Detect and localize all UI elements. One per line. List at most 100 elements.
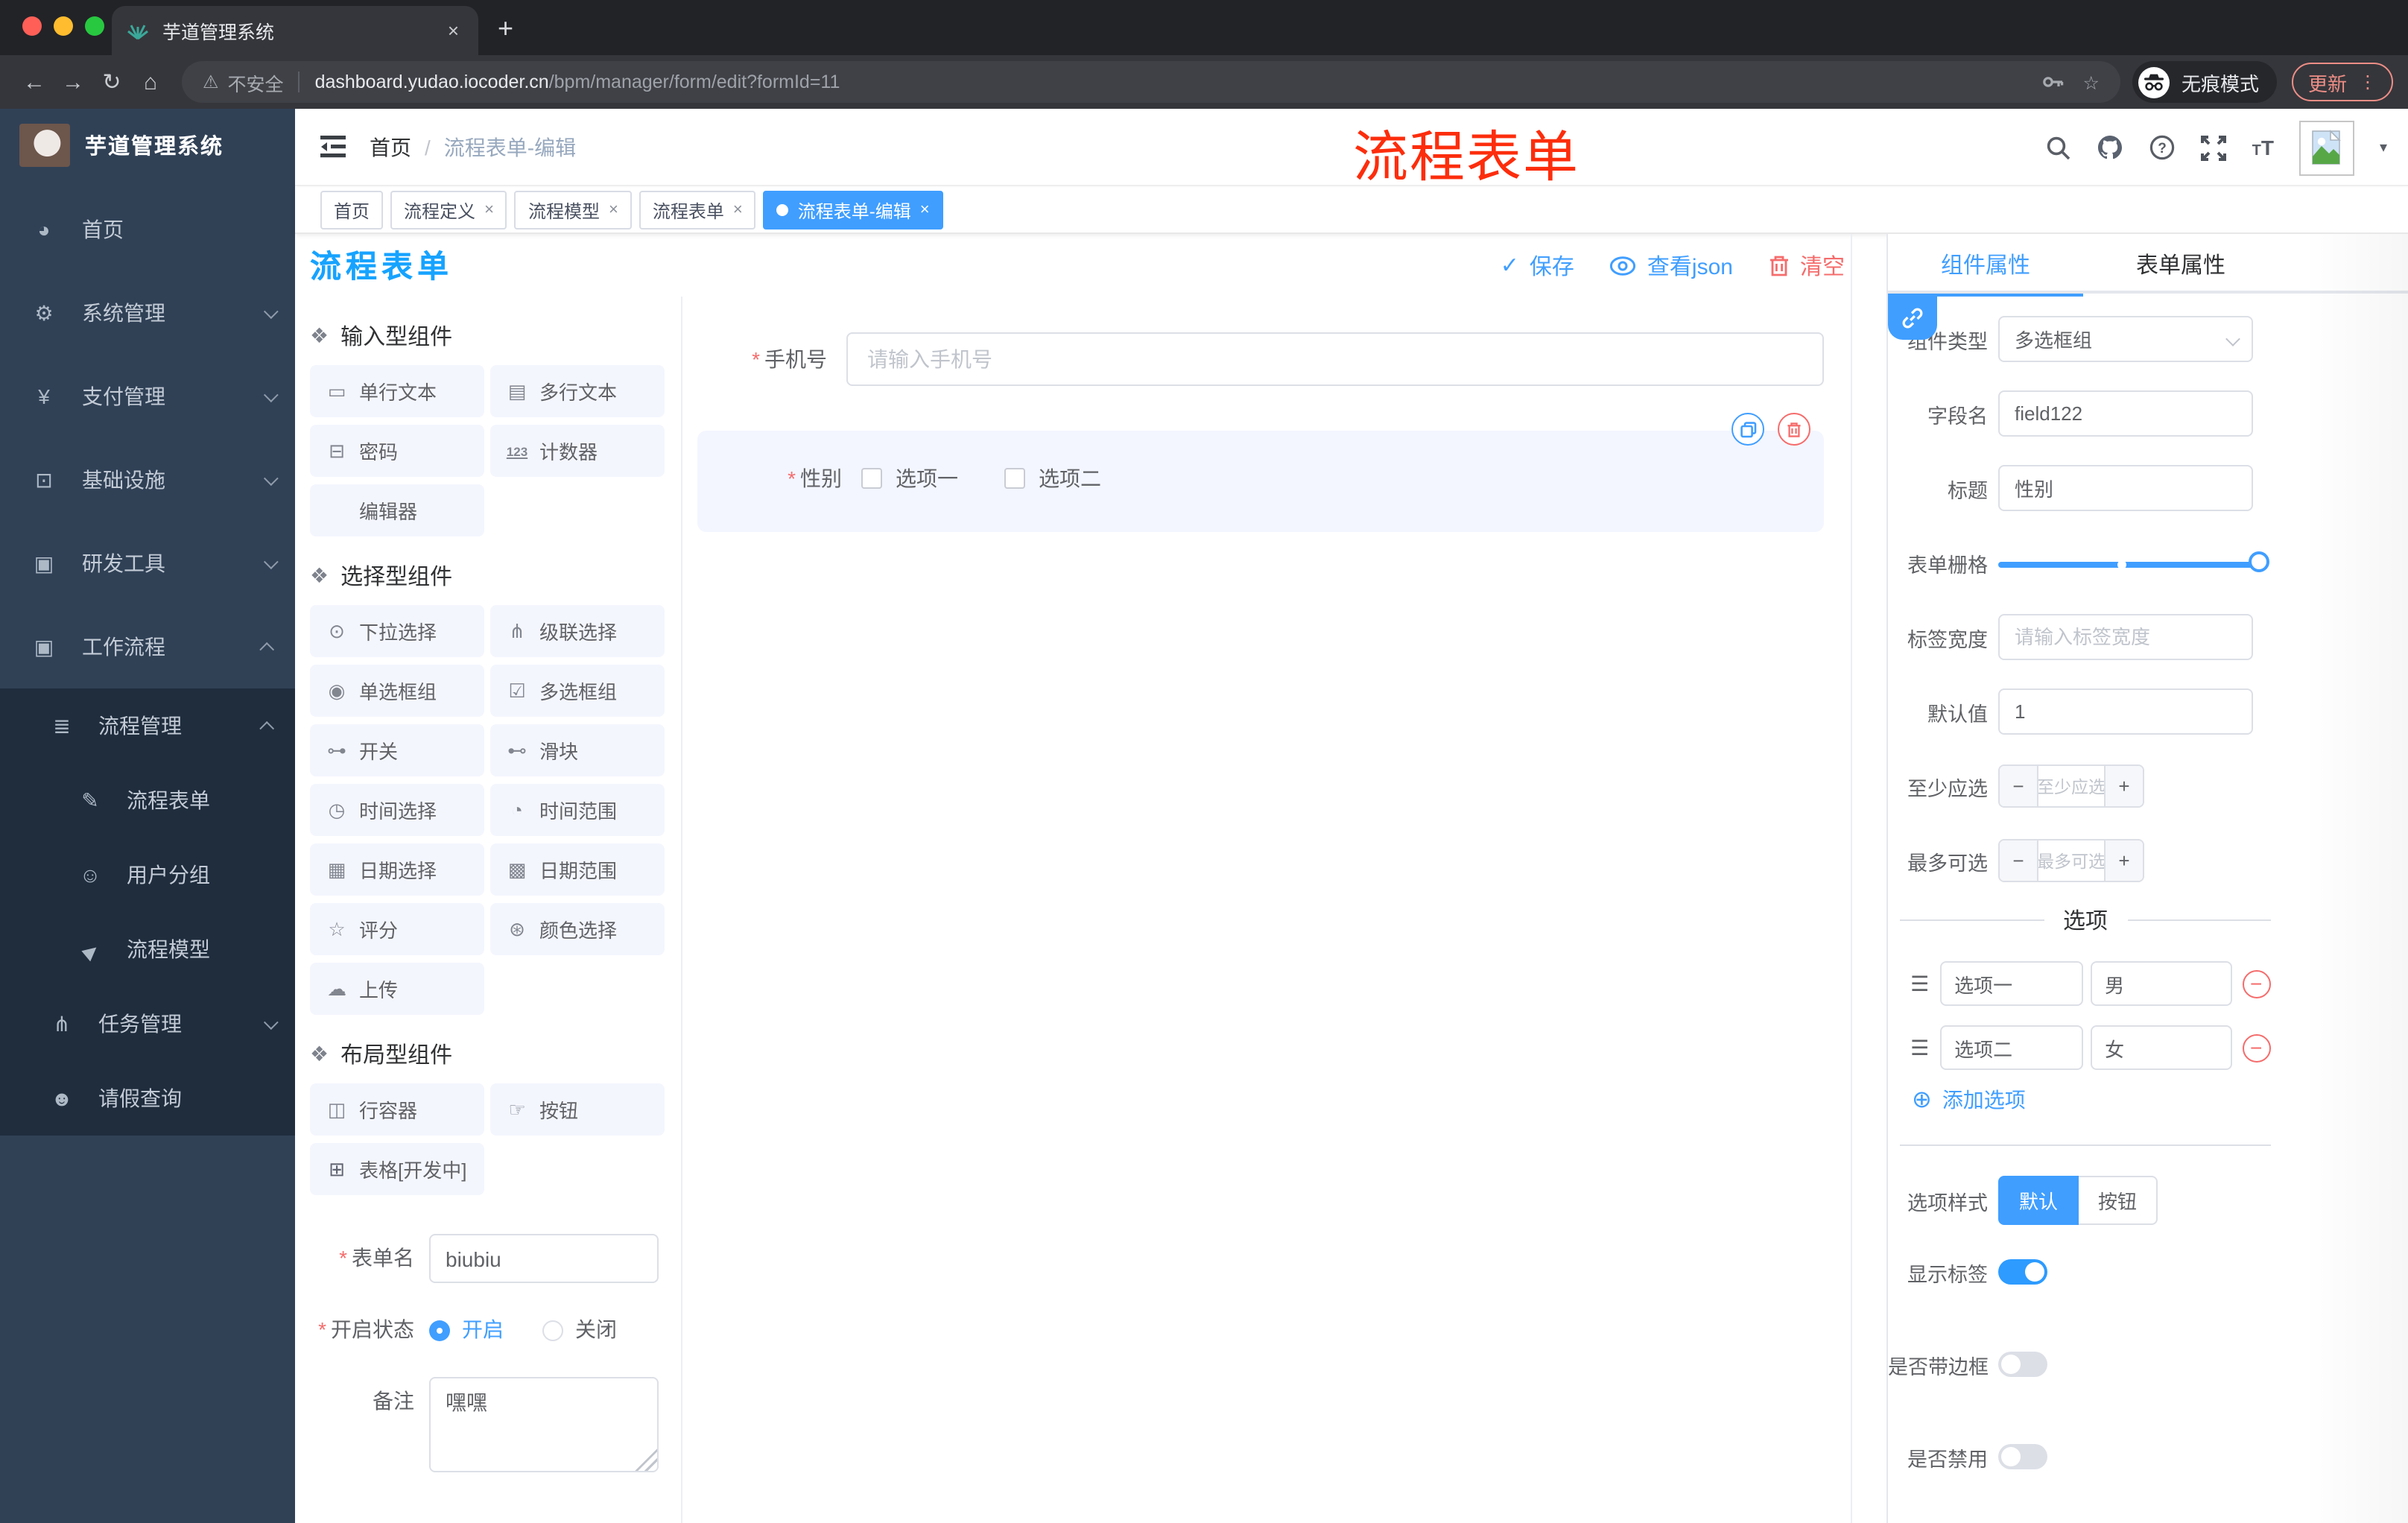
with-border-toggle[interactable]: [1998, 1352, 2047, 1377]
search-icon[interactable]: [2047, 135, 2072, 160]
collapse-sidebar-icon[interactable]: [320, 136, 346, 158]
palette-item-radio-group[interactable]: ◉ 单选框组: [310, 665, 484, 717]
tag-process-form[interactable]: 流程表单 ×: [639, 191, 756, 229]
password-key-icon[interactable]: [2041, 70, 2065, 94]
component-type-select[interactable]: 多选框组: [1998, 316, 2253, 362]
min-select-input[interactable]: 至少应选: [2038, 766, 2104, 806]
increment-button[interactable]: +: [2104, 840, 2143, 881]
phone-field-input[interactable]: 请输入手机号: [846, 332, 1824, 386]
radio-off[interactable]: [542, 1320, 563, 1340]
sidebar-item-workflow[interactable]: ▣ 工作流程: [0, 605, 295, 688]
max-select-input[interactable]: 最多可选: [2038, 840, 2104, 881]
palette-item-editor[interactable]: 编辑器: [310, 484, 484, 536]
palette-item-time-range[interactable]: ◔ 时间范围: [490, 784, 665, 836]
palette-item-time-picker[interactable]: ◷ 时间选择: [310, 784, 484, 836]
sidebar-item-system[interactable]: ⚙ 系统管理: [0, 271, 295, 355]
option1-label-input[interactable]: [1939, 961, 2083, 1006]
add-option-button[interactable]: ⊕ 添加选项: [1888, 1085, 2408, 1115]
bookmark-star-icon[interactable]: ☆: [2083, 71, 2100, 93]
github-icon[interactable]: [2097, 134, 2124, 161]
sidebar-item-task-mgmt[interactable]: ⋔ 任务管理: [0, 987, 295, 1061]
help-icon[interactable]: ?: [2149, 134, 2176, 161]
sidebar-item-payment[interactable]: ¥ 支付管理: [0, 355, 295, 438]
palette-item-password[interactable]: ⊟ 密码: [310, 425, 484, 477]
form-grid-slider[interactable]: [1998, 551, 2269, 571]
sidebar-item-process-mgmt[interactable]: ≣ 流程管理: [0, 688, 295, 763]
palette-item-slider[interactable]: ⊷ 滑块: [490, 724, 665, 776]
close-tab-icon[interactable]: ×: [443, 19, 463, 42]
minimize-window-button[interactable]: [54, 16, 73, 36]
form-canvas[interactable]: * 手机号 请输入手机号 * 性别 选项一 选项二: [682, 297, 1851, 1523]
canvas-field-phone[interactable]: * 手机号 请输入手机号: [682, 332, 1851, 386]
radio-off-label[interactable]: 关闭: [575, 1305, 617, 1355]
palette-item-color-picker[interactable]: ⊛ 颜色选择: [490, 903, 665, 955]
option1-value-input[interactable]: [2090, 961, 2232, 1006]
palette-item-single-line-text[interactable]: ▭ 单行文本: [310, 365, 484, 417]
remove-option-button[interactable]: −: [2242, 1033, 2271, 1062]
brand-header[interactable]: 芋道管理系统: [0, 109, 295, 180]
palette-item-switch[interactable]: ⊶ 开关: [310, 724, 484, 776]
drag-handle-icon[interactable]: ☰: [1910, 971, 1929, 996]
sidebar-item-home[interactable]: ◕ 首页: [0, 188, 295, 271]
checkbox-option2[interactable]: [1004, 468, 1025, 489]
palette-item-select[interactable]: ⊙ 下拉选择: [310, 605, 484, 657]
palette-item-multi-line-text[interactable]: ▤ 多行文本: [490, 365, 665, 417]
option2-value-input[interactable]: [2090, 1025, 2232, 1070]
radio-on[interactable]: [429, 1320, 450, 1340]
palette-item-row-container[interactable]: ◫ 行容器: [310, 1083, 484, 1136]
radio-on-label[interactable]: 开启: [462, 1305, 504, 1355]
browser-menu-icon[interactable]: ⋮: [2359, 72, 2377, 92]
reload-icon[interactable]: ↻: [92, 69, 131, 95]
title-input[interactable]: [2015, 477, 2237, 499]
palette-item-date-picker[interactable]: ▦ 日期选择: [310, 843, 484, 896]
sidebar-item-devtools[interactable]: ▣ 研发工具: [0, 522, 295, 605]
font-size-icon[interactable]: TT: [2252, 136, 2274, 159]
checkbox-option1[interactable]: [861, 468, 882, 489]
drag-handle-icon[interactable]: ☰: [1910, 1035, 1929, 1060]
decrement-button[interactable]: −: [2000, 766, 2038, 806]
clear-button[interactable]: 清空: [1769, 250, 1845, 281]
fullscreen-icon[interactable]: [2201, 135, 2227, 160]
tag-process-form-edit[interactable]: 流程表单-编辑 ×: [763, 191, 943, 229]
option2-label-input[interactable]: [1939, 1025, 2083, 1070]
show-label-toggle[interactable]: [1998, 1259, 2047, 1285]
sidebar-item-infra[interactable]: ⊡ 基础设施: [0, 438, 295, 522]
delete-component-button[interactable]: [1778, 413, 1810, 446]
palette-item-upload[interactable]: ☁ 上传: [310, 963, 484, 1015]
max-select-stepper[interactable]: − 最多可选 +: [1998, 839, 2144, 882]
gender-checkbox-group[interactable]: * 性别 选项一 选项二: [697, 431, 1824, 493]
form-remark-textarea[interactable]: 嘿嘿: [429, 1377, 659, 1472]
close-icon[interactable]: ×: [733, 201, 743, 219]
palette-item-cascader[interactable]: ⋔ 级联选择: [490, 605, 665, 657]
tag-process-model[interactable]: 流程模型 ×: [514, 191, 632, 229]
close-window-button[interactable]: [22, 16, 42, 36]
tab-form-props[interactable]: 表单属性: [2083, 234, 2278, 294]
sidebar-item-process-model[interactable]: ▶ 流程模型: [0, 912, 295, 987]
tab-component-props[interactable]: 组件属性: [1888, 234, 2083, 297]
checkbox-option1-label[interactable]: 选项一: [896, 463, 958, 493]
increment-button[interactable]: +: [2104, 766, 2143, 806]
field-name-input[interactable]: [2015, 402, 2237, 425]
window-controls[interactable]: [22, 16, 104, 36]
palette-item-rate[interactable]: ☆ 评分: [310, 903, 484, 955]
link-tool-button[interactable]: [1888, 297, 1937, 340]
duplicate-component-button[interactable]: [1731, 413, 1764, 446]
palette-item-counter[interactable]: 123 计数器: [490, 425, 665, 477]
close-icon[interactable]: ×: [484, 201, 494, 219]
min-select-stepper[interactable]: − 至少应选 +: [1998, 764, 2144, 808]
checkbox-option2-label[interactable]: 选项二: [1039, 463, 1101, 493]
sidebar-item-process-form[interactable]: ✎ 流程表单: [0, 763, 295, 838]
tag-process-definition[interactable]: 流程定义 ×: [390, 191, 507, 229]
default-value-input[interactable]: [2015, 700, 2237, 723]
style-button-button[interactable]: 按钮: [2079, 1176, 2158, 1225]
palette-item-table[interactable]: ⊞ 表格[开发中]: [310, 1143, 484, 1195]
close-icon[interactable]: ×: [609, 201, 618, 219]
avatar-caret-icon[interactable]: ▾: [2380, 139, 2387, 156]
not-secure-label[interactable]: 不安全: [228, 68, 284, 96]
address-bar[interactable]: ⚠ 不安全 dashboard.yudao.iocoder.cn /bpm/ma…: [182, 61, 2120, 103]
save-button[interactable]: ✓ 保存: [1501, 250, 1574, 281]
form-name-input[interactable]: [429, 1234, 659, 1283]
canvas-field-gender-selected[interactable]: * 性别 选项一 选项二: [697, 413, 1824, 532]
decrement-button[interactable]: −: [2000, 840, 2038, 881]
label-width-input[interactable]: [2015, 626, 2237, 648]
